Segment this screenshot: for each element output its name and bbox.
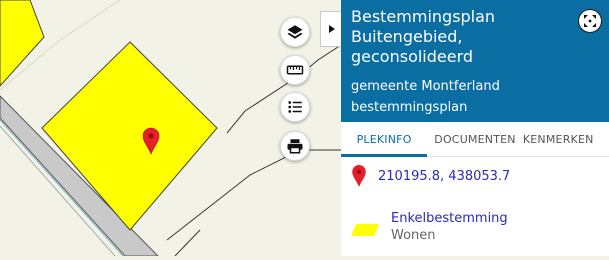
measure-button[interactable] bbox=[280, 55, 310, 85]
tab-kenmerken[interactable]: KENMERKEN bbox=[523, 122, 609, 156]
legend-button[interactable] bbox=[280, 92, 310, 122]
list-icon bbox=[288, 101, 302, 113]
tab-plekinfo[interactable]: PLEKINFO bbox=[341, 122, 428, 157]
tab-documenten[interactable]: DOCUMENTEN bbox=[427, 122, 523, 156]
zone-text: Enkelbestemming Wonen bbox=[391, 210, 508, 244]
print-button[interactable] bbox=[280, 131, 310, 161]
panel-tabs: PLEKINFO DOCUMENTEN KENMERKEN bbox=[341, 122, 609, 157]
caret-right-icon bbox=[328, 25, 335, 33]
panel-toggle-button[interactable] bbox=[320, 11, 342, 47]
plan-municipality: gemeente Montferland bbox=[351, 79, 500, 94]
info-panel: Bestemmingsplan Buitengebied, geconsolid… bbox=[341, 0, 609, 256]
layers-icon bbox=[287, 25, 303, 39]
zone-name-link[interactable]: Enkelbestemming bbox=[391, 210, 508, 227]
layers-button[interactable] bbox=[280, 17, 310, 47]
plan-title: Bestemmingsplan Buitengebied, geconsolid… bbox=[351, 7, 496, 66]
map-pin-icon bbox=[352, 165, 366, 187]
zone-item: Enkelbestemming Wonen bbox=[351, 210, 508, 244]
print-icon bbox=[287, 139, 303, 154]
location-coordinates: 210195.8, 438053.7 bbox=[378, 168, 511, 184]
zone-value: Wonen bbox=[391, 228, 436, 243]
zone-color-swatch bbox=[351, 224, 379, 236]
expand-icon bbox=[584, 15, 596, 27]
ruler-icon bbox=[286, 65, 304, 75]
fullscreen-button[interactable] bbox=[578, 9, 602, 33]
plan-type: bestemmingsplan bbox=[351, 100, 468, 115]
panel-header: Bestemmingsplan Buitengebied, geconsolid… bbox=[341, 0, 609, 136]
location-row: 210195.8, 438053.7 bbox=[352, 165, 510, 187]
